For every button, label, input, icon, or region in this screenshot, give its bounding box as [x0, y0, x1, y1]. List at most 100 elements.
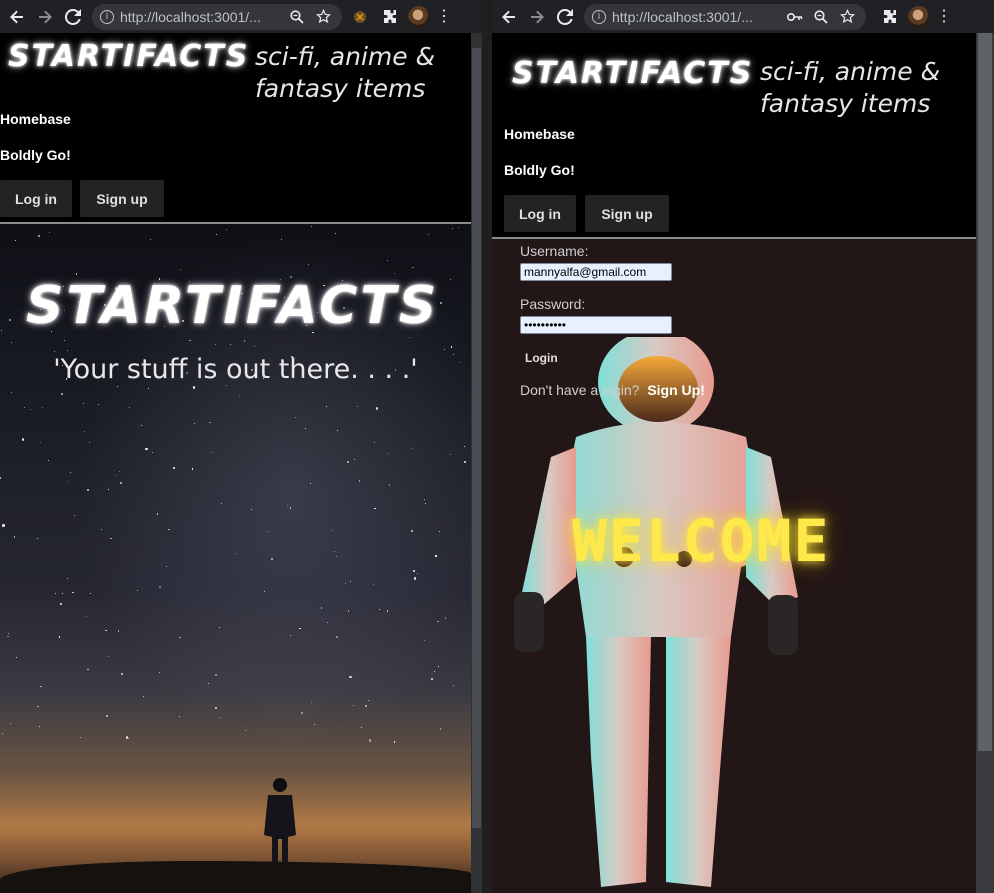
star-dot	[358, 480, 361, 482]
star-dot	[179, 269, 181, 271]
back-icon[interactable]	[498, 6, 520, 28]
info-icon[interactable]: i	[100, 9, 114, 24]
star-dot	[411, 530, 413, 532]
star-dot	[2, 524, 5, 527]
star-dot	[220, 502, 222, 504]
star-dot	[437, 666, 439, 668]
star-dot	[378, 608, 380, 610]
star-dot	[193, 423, 195, 425]
star-dot	[427, 234, 429, 235]
nav-boldly-go[interactable]: Boldly Go!	[504, 162, 575, 178]
login-section: Username: Password: Login Don't have a l…	[492, 239, 976, 893]
star-dot	[337, 430, 339, 432]
star-icon[interactable]	[836, 6, 858, 28]
star-dot	[309, 483, 311, 485]
profile-avatar[interactable]	[908, 5, 930, 28]
star-dot	[215, 674, 217, 676]
puzzle-icon[interactable]	[878, 5, 902, 29]
star-dot	[209, 421, 211, 424]
back-icon[interactable]	[6, 6, 28, 28]
star-dot	[39, 726, 41, 728]
star-dot	[23, 406, 26, 409]
login-submit-button[interactable]: Login	[525, 351, 558, 365]
star-dot	[0, 477, 2, 479]
scrollbar[interactable]	[471, 33, 482, 893]
puzzle-icon[interactable]	[378, 5, 402, 29]
star-icon[interactable]	[312, 6, 334, 28]
address-bar[interactable]: i http://localhost:3001/...	[92, 3, 342, 30]
star-dot	[452, 684, 454, 687]
nav-homebase[interactable]: Homebase	[504, 126, 575, 142]
signup-prompt: Don't have a login? Sign Up!	[520, 382, 705, 398]
forward-icon[interactable]	[34, 6, 56, 28]
star-dot	[8, 318, 11, 322]
browser-toolbar: i http://localhost:3001/... ⋮	[0, 0, 482, 33]
star-dot	[145, 447, 148, 450]
star-dot	[431, 677, 434, 680]
star-dot	[335, 556, 337, 558]
reload-icon[interactable]	[554, 6, 576, 28]
zoom-icon[interactable]	[286, 6, 308, 28]
url-text: http://localhost:3001/...	[612, 8, 753, 25]
star-dot	[435, 555, 437, 557]
login-button[interactable]: Log in	[0, 180, 72, 217]
star-dot	[364, 704, 367, 708]
star-dot	[193, 386, 196, 389]
star-dot	[291, 356, 293, 358]
site-logo[interactable]: STARTIFACTS	[512, 56, 753, 91]
username-input[interactable]	[520, 263, 672, 281]
star-dot	[157, 513, 159, 515]
nav-boldly-go[interactable]: Boldly Go!	[0, 147, 71, 163]
web-page: STARTIFACTS sci-fi, anime & fantasy item…	[492, 33, 976, 893]
star-dot	[54, 593, 56, 595]
login-button[interactable]: Log in	[504, 195, 576, 232]
star-dot	[244, 340, 246, 342]
star-dot	[325, 406, 327, 407]
star-dot	[1, 732, 4, 735]
signup-link[interactable]: Sign Up!	[647, 382, 705, 398]
scrollbar-thumb[interactable]	[978, 33, 992, 751]
star-dot	[10, 722, 12, 725]
star-dot	[67, 578, 68, 580]
profile-avatar[interactable]	[408, 5, 430, 28]
star-dot	[83, 402, 85, 404]
password-input[interactable]	[520, 316, 672, 334]
star-dot	[388, 484, 390, 486]
star-dot	[347, 461, 350, 464]
star-dot	[444, 348, 446, 351]
site-logo[interactable]: STARTIFACTS	[8, 39, 249, 74]
star-dot	[38, 234, 41, 238]
star-dot	[289, 634, 291, 636]
star-dot	[311, 225, 313, 227]
tagline-line-2: fantasy items	[760, 89, 931, 118]
star-dot	[37, 705, 39, 708]
menu-icon[interactable]: ⋮	[434, 8, 454, 25]
hero-night-sky-image: STARTIFACTS 'Your stuff is out there. . …	[0, 224, 471, 893]
star-dot	[118, 470, 121, 472]
extension-icon[interactable]	[348, 5, 372, 29]
star-dot	[268, 530, 269, 532]
forward-icon[interactable]	[526, 6, 548, 28]
menu-icon[interactable]: ⋮	[934, 8, 954, 25]
username-label: Username:	[520, 243, 589, 259]
address-bar[interactable]: i http://localhost:3001/...	[584, 3, 866, 30]
star-dot	[433, 671, 435, 673]
signup-button[interactable]: Sign up	[80, 180, 164, 217]
zoom-icon[interactable]	[810, 6, 832, 28]
tagline-line-1: sci-fi, anime &	[760, 57, 941, 86]
scrollbar[interactable]	[976, 33, 994, 893]
nav-homebase[interactable]: Homebase	[0, 111, 71, 127]
star-dot	[281, 238, 283, 240]
star-dot	[107, 655, 109, 657]
signup-button[interactable]: Sign up	[585, 195, 669, 232]
hill-silhouette	[0, 861, 471, 893]
scrollbar-thumb[interactable]	[472, 48, 481, 828]
star-dot	[287, 504, 289, 506]
reload-icon[interactable]	[62, 6, 84, 28]
star-dot	[353, 458, 356, 461]
star-dot	[116, 386, 119, 388]
star-dot	[218, 626, 221, 629]
key-icon[interactable]	[784, 6, 806, 28]
info-icon[interactable]: i	[592, 9, 606, 24]
star-dot	[210, 452, 212, 454]
